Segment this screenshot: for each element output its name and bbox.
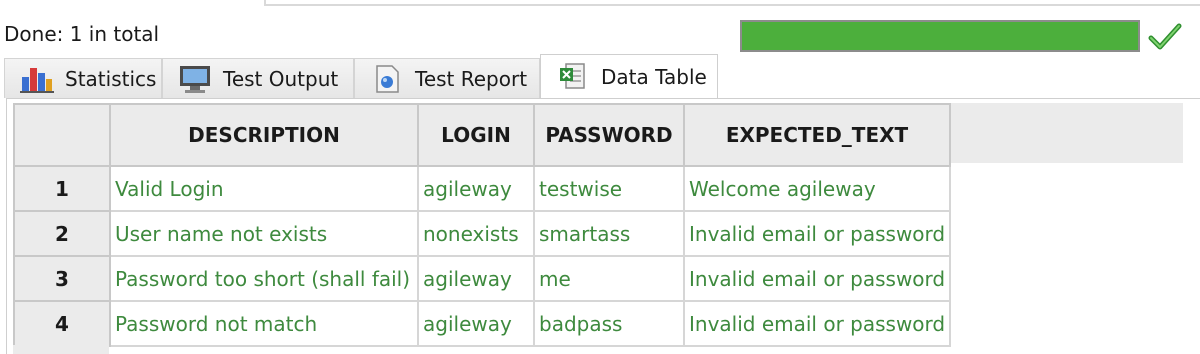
run-status-text: Done: 1 in total [4,22,160,46]
bar-chart-icon [19,64,55,94]
cell-password[interactable]: testwise [533,165,685,212]
cell-login[interactable]: nonexists [417,210,535,257]
test-runner-panel: Done: 1 in total Statistics Test Output … [0,0,1200,354]
table-row: 1 Valid Login agileway testwise Welcome … [13,165,951,212]
row-number[interactable]: 1 [13,165,111,212]
table-row: 3 Password too short (shall fail) agilew… [13,255,951,302]
cell-login[interactable]: agileway [417,165,535,212]
tab-label: Statistics [65,66,157,91]
column-header-password[interactable]: PASSWORD [533,103,685,167]
data-table-panel: DESCRIPTION LOGIN PASSWORD EXPECTED_TEXT… [6,98,1200,354]
column-header-description[interactable]: DESCRIPTION [109,103,419,167]
column-header-login[interactable]: LOGIN [417,103,535,167]
table-row: 4 Password not match agileway badpass In… [13,300,951,347]
top-panel-edge [264,0,1200,6]
cell-password[interactable]: badpass [533,300,685,347]
row-number-header[interactable] [13,103,111,167]
monitor-icon [177,64,213,94]
progress-fill [742,22,1138,50]
cell-description[interactable]: Password too short (shall fail) [109,255,419,302]
cell-login[interactable]: agileway [417,300,535,347]
spreadsheet-icon [555,62,591,92]
table-row: 2 User name not exists nonexists smartas… [13,210,951,257]
row-number[interactable]: 2 [13,210,111,257]
data-table: DESCRIPTION LOGIN PASSWORD EXPECTED_TEXT… [13,103,951,347]
cell-description[interactable]: Valid Login [109,165,419,212]
cell-password[interactable]: me [533,255,685,302]
cell-expected-text[interactable]: Invalid email or password [683,210,951,257]
tab-label: Data Table [601,64,707,89]
progress-bar [740,20,1140,52]
column-header-expected-text[interactable]: EXPECTED_TEXT [683,103,951,167]
cell-description[interactable]: Password not match [109,300,419,347]
table-header-row: DESCRIPTION LOGIN PASSWORD EXPECTED_TEXT [13,103,951,167]
check-icon [1148,23,1182,50]
tab-test-output[interactable]: Test Output [162,58,354,98]
row-header-strip [13,345,109,354]
tab-label: Test Report [415,66,528,91]
cell-password[interactable]: smartass [533,210,685,257]
tab-statistics[interactable]: Statistics [4,58,162,98]
cell-expected-text[interactable]: Welcome agileway [683,165,951,212]
cell-description[interactable]: User name not exists [109,210,419,257]
tab-bar: Statistics Test Output Test Report Data … [0,54,1200,98]
row-number[interactable]: 3 [13,255,111,302]
tab-test-report[interactable]: Test Report [354,58,540,98]
cell-expected-text[interactable]: Invalid email or password [683,255,951,302]
row-number[interactable]: 4 [13,300,111,347]
cell-expected-text[interactable]: Invalid email or password [683,300,951,347]
report-icon [369,64,405,94]
tab-label: Test Output [223,66,339,91]
cell-login[interactable]: agileway [417,255,535,302]
tab-data-table[interactable]: Data Table [540,54,718,98]
